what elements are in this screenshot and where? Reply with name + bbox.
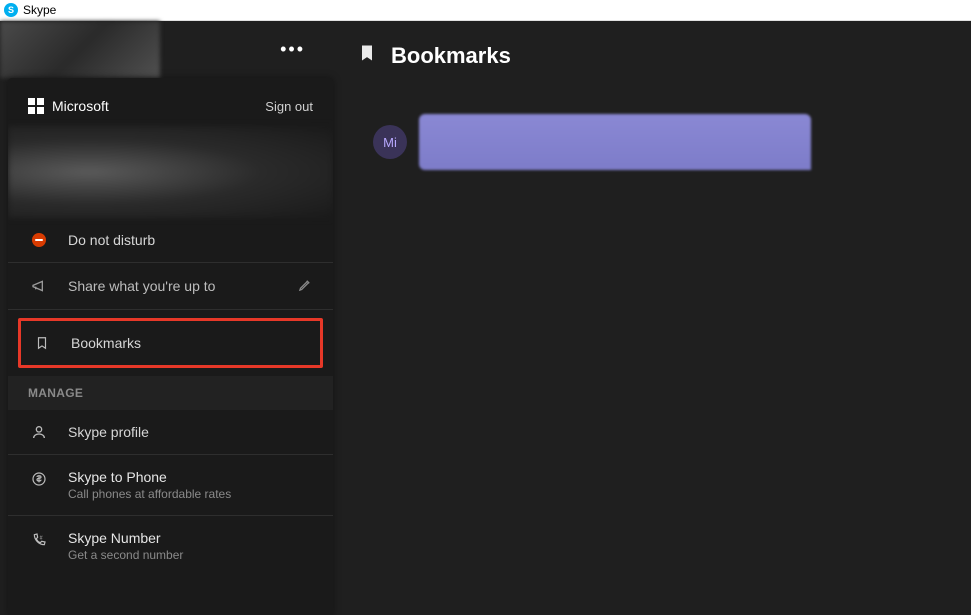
main-content: Bookmarks Mi	[333, 21, 971, 615]
currency-icon	[28, 471, 50, 487]
skype-number-row[interactable]: # Skype Number Get a second number	[8, 516, 333, 576]
skype-logo-icon: S	[4, 3, 18, 17]
profile-info-blurred	[8, 126, 333, 218]
manage-section-header: MANAGE	[8, 376, 333, 410]
window-title: Skype	[23, 3, 56, 17]
account-panel: Microsoft Sign out Do not disturb Share …	[8, 78, 333, 615]
skype-number-title: Skype Number	[68, 530, 183, 546]
panel-header: Microsoft Sign out	[8, 78, 333, 126]
sign-out-link[interactable]: Sign out	[265, 99, 313, 114]
skype-number-subtitle: Get a second number	[68, 548, 183, 562]
app-body: ••• Microsoft Sign out Do not disturb	[0, 21, 971, 615]
megaphone-icon	[28, 278, 50, 294]
microsoft-brand: Microsoft	[28, 98, 109, 114]
bookmark-icon	[31, 335, 53, 351]
page-title: Bookmarks	[391, 43, 511, 69]
skype-profile-row[interactable]: Skype profile	[8, 410, 333, 454]
divider	[8, 309, 333, 310]
phone-hash-icon: #	[28, 532, 50, 548]
status-row[interactable]: Do not disturb	[8, 218, 333, 262]
svg-text:#: #	[40, 535, 43, 541]
skype-to-phone-title: Skype to Phone	[68, 469, 231, 485]
sender-avatar: Mi	[373, 125, 407, 159]
edit-mood-icon[interactable]	[298, 277, 313, 295]
self-avatar-blurred	[0, 21, 160, 78]
status-label: Do not disturb	[68, 232, 313, 248]
bookmarked-message[interactable]: Mi	[373, 114, 931, 170]
window-titlebar: S Skype	[0, 0, 971, 21]
avatar-initials: Mi	[383, 135, 397, 150]
left-column: ••• Microsoft Sign out Do not disturb	[0, 21, 333, 615]
skype-to-phone-subtitle: Call phones at affordable rates	[68, 487, 231, 501]
message-bubble-blurred	[419, 114, 811, 170]
skype-to-phone-row[interactable]: Skype to Phone Call phones at affordable…	[8, 455, 333, 515]
dnd-icon	[28, 233, 50, 247]
share-mood-label: Share what you're up to	[68, 278, 298, 294]
bookmarks-label: Bookmarks	[71, 335, 300, 351]
share-mood-row[interactable]: Share what you're up to	[8, 263, 333, 309]
bookmarks-row[interactable]: Bookmarks	[21, 321, 320, 365]
conversation-header: •••	[0, 21, 333, 78]
microsoft-logo-icon	[28, 98, 44, 114]
bookmark-filled-icon	[357, 41, 377, 70]
more-options-button[interactable]: •••	[280, 39, 305, 60]
bookmarks-highlight: Bookmarks	[18, 318, 323, 368]
messages-area: Mi	[333, 90, 971, 194]
main-header: Bookmarks	[333, 21, 971, 90]
skype-profile-label: Skype profile	[68, 424, 313, 440]
microsoft-label: Microsoft	[52, 98, 109, 114]
person-icon	[28, 424, 50, 440]
